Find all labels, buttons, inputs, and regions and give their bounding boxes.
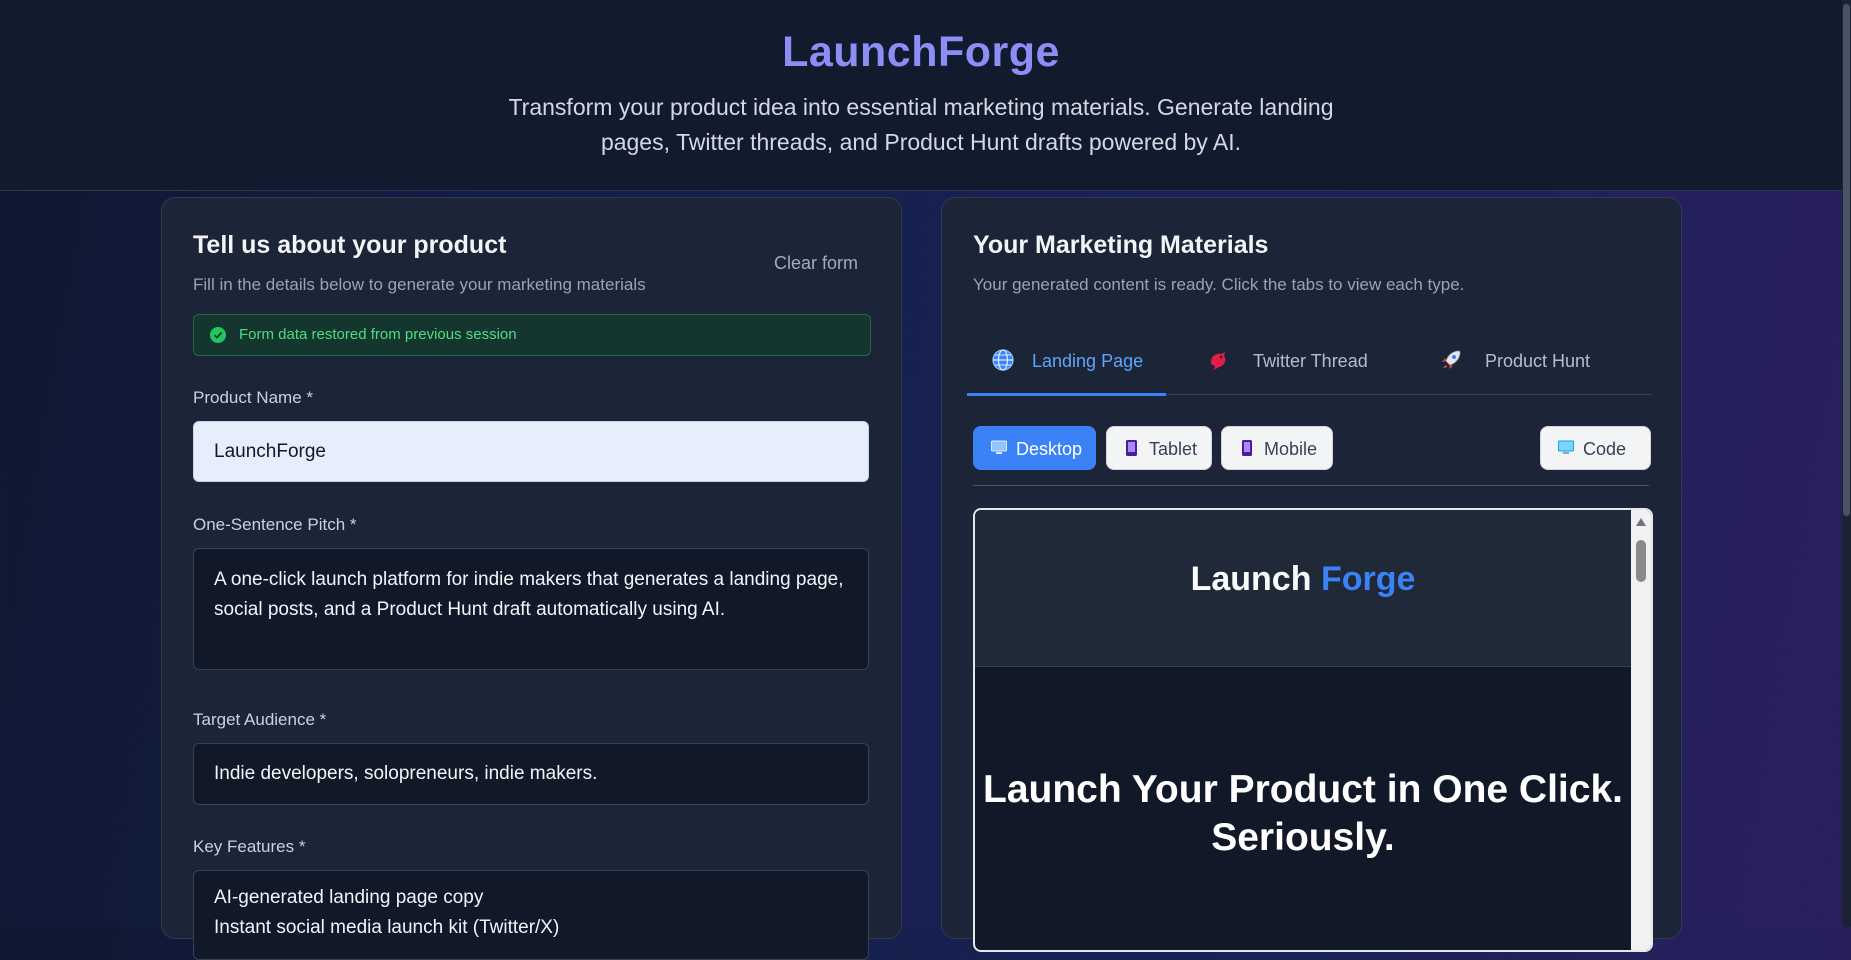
preview-scrollbar-thumb[interactable] [1636, 540, 1646, 582]
preview-logo: Launch Forge [975, 560, 1631, 599]
tab-landing-page[interactable]: Landing Page [967, 326, 1166, 396]
app-header: LaunchForge Transform your product idea … [0, 0, 1842, 191]
mobile-view-button[interactable]: Mobile [1221, 426, 1333, 470]
output-heading: Your Marketing Materials [973, 231, 1269, 259]
check-circle-icon [210, 327, 226, 343]
scroll-up-icon[interactable] [1636, 518, 1646, 526]
preview-logo-part1: Launch [1190, 560, 1312, 598]
landing-page-preview[interactable]: Launch Forge Launch Your Product in One … [973, 508, 1653, 952]
page-scrollbar-thumb[interactable] [1843, 4, 1850, 516]
toolbar-divider [973, 485, 1649, 486]
desktop-view-button[interactable]: Desktop [973, 426, 1096, 470]
globe-icon [991, 348, 1015, 378]
product-name-label: Product Name * [193, 388, 313, 407]
code-view-button[interactable]: Code [1540, 426, 1651, 470]
output-subheading: Your generated content is ready. Click t… [973, 275, 1465, 294]
tab-twitter-thread[interactable]: Twitter Thread [1167, 326, 1397, 394]
form-heading: Tell us about your product [193, 231, 507, 259]
preview-scrollbar[interactable] [1631, 510, 1651, 950]
features-textarea[interactable]: AI-generated landing page copy Instant s… [193, 870, 869, 960]
preview-header: Launch Forge [975, 510, 1631, 667]
preview-logo-part2: Forge [1320, 560, 1416, 598]
audience-input[interactable]: Indie developers, solopreneurs, indie ma… [193, 743, 869, 805]
code-icon [1558, 439, 1574, 457]
tab-product-hunt-label: Product Hunt [1485, 351, 1591, 371]
monitor-icon [991, 439, 1007, 457]
audience-label: Target Audience * [193, 710, 327, 729]
page-scrollbar[interactable] [1842, 0, 1851, 927]
restore-notice: Form data restored from previous session [193, 314, 871, 356]
mobile-view-label: Mobile [1264, 439, 1318, 459]
tab-product-hunt[interactable]: Product Hunt [1397, 326, 1652, 394]
preview-hero-heading: Launch Your Product in One Click. Seriou… [983, 768, 1623, 859]
desktop-view-label: Desktop [1016, 439, 1083, 459]
product-form-panel: Tell us about your product Fill in the d… [161, 197, 902, 960]
tablet-view-label: Tablet [1149, 439, 1198, 459]
pitch-textarea[interactable]: A one-click launch platform for indie ma… [193, 548, 869, 670]
code-view-label: Code [1583, 439, 1627, 459]
rocket-icon [1439, 348, 1463, 378]
tab-landing-page-label: Landing Page [1032, 351, 1144, 371]
mobile-icon [1239, 439, 1255, 457]
app-tagline: Transform your product idea into essenti… [508, 94, 1334, 155]
content-tabs: Landing Page Twitter Thread Product Hunt [967, 326, 1652, 396]
product-name-input[interactable]: LaunchForge [193, 421, 869, 482]
marketing-materials-panel: Your Marketing Materials Your generated … [941, 197, 1682, 952]
tablet-icon [1124, 439, 1140, 457]
app-title: LaunchForge [782, 28, 1060, 76]
features-label: Key Features * [193, 837, 306, 856]
pitch-label: One-Sentence Pitch * [193, 515, 357, 534]
clear-form-button[interactable]: Clear form [774, 253, 858, 274]
form-subheading: Fill in the details below to generate yo… [193, 275, 646, 294]
restore-notice-text: Form data restored from previous session [239, 326, 517, 343]
tablet-view-button[interactable]: Tablet [1106, 426, 1212, 470]
tab-twitter-thread-label: Twitter Thread [1253, 351, 1368, 371]
bird-icon [1207, 348, 1231, 378]
